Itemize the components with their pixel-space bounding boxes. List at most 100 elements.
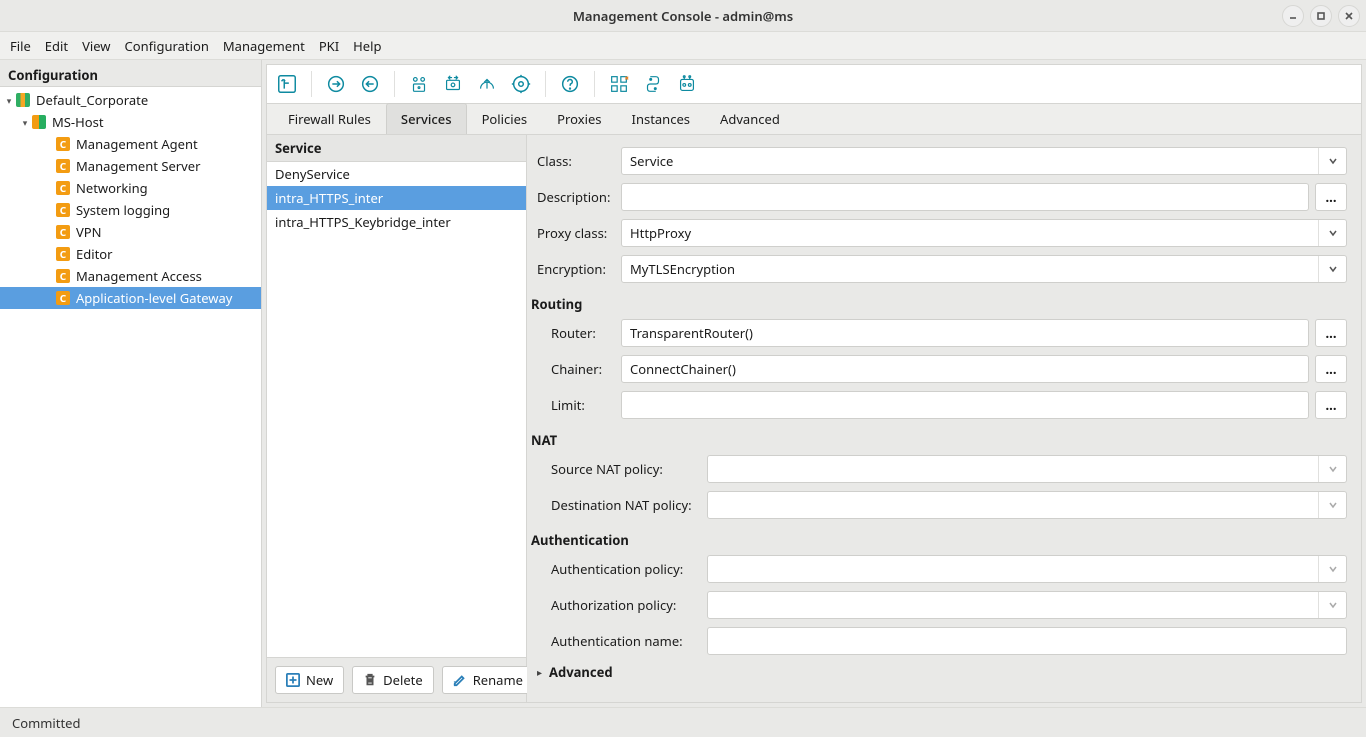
services-list-header: Service — [267, 135, 526, 162]
limit-label: Limit: — [529, 396, 621, 414]
tree-host[interactable]: ▾ MS-Host — [0, 111, 261, 133]
services-list[interactable]: DenyService intra_HTTPS_inter intra_HTTP… — [267, 162, 526, 657]
tree-item-editor[interactable]: C Editor — [0, 243, 261, 265]
refresh-config-button[interactable] — [507, 70, 535, 98]
advanced-expander-label: Advanced — [549, 663, 613, 681]
encryption-combo[interactable]: MyTLSEncryption — [621, 255, 1347, 283]
proxy-class-value: HttpProxy — [630, 224, 691, 242]
chainer-more-button[interactable]: ... — [1315, 355, 1347, 383]
description-label: Description: — [529, 188, 621, 206]
validate-button[interactable] — [405, 70, 433, 98]
services-list-pane: Service DenyService intra_HTTPS_inter in… — [267, 135, 527, 702]
tree-item-label: VPN — [74, 223, 102, 241]
tree-item-management-access[interactable]: C Management Access — [0, 265, 261, 287]
menu-edit[interactable]: Edit — [45, 37, 68, 55]
chevron-down-icon — [1318, 456, 1346, 482]
modules-button[interactable] — [605, 70, 633, 98]
tree-item-networking[interactable]: C Networking — [0, 177, 261, 199]
authn-name-label: Authentication name: — [529, 632, 707, 650]
service-item[interactable]: DenyService — [267, 162, 526, 186]
tree-item-system-logging[interactable]: C System logging — [0, 199, 261, 221]
maximize-button[interactable] — [1310, 5, 1332, 27]
toolbar-separator — [594, 71, 595, 97]
toolbar — [266, 64, 1362, 104]
chevron-down-icon — [1318, 556, 1346, 582]
chevron-down-icon — [1318, 256, 1346, 282]
tab-instances[interactable]: Instances — [617, 103, 706, 134]
tab-services[interactable]: Services — [386, 103, 467, 134]
tree-site[interactable]: ▾ Default_Corporate — [0, 89, 261, 111]
upload-button[interactable] — [473, 70, 501, 98]
advanced-expander[interactable]: ▸ Advanced — [529, 663, 1351, 681]
scripting-button[interactable] — [639, 70, 667, 98]
tree-item-vpn[interactable]: C VPN — [0, 221, 261, 243]
menu-file[interactable]: File — [10, 37, 31, 55]
services-buttons: New Delete Rename — [267, 657, 526, 702]
chainer-label: Chainer: — [529, 360, 621, 378]
snat-combo[interactable] — [707, 455, 1347, 483]
router-more-button[interactable]: ... — [1315, 319, 1347, 347]
tree-item-management-agent[interactable]: C Management Agent — [0, 133, 261, 155]
plus-icon — [286, 673, 300, 687]
config-tree[interactable]: ▾ Default_Corporate ▾ MS-Host C Manageme… — [0, 86, 261, 707]
class-label: Class: — [529, 152, 621, 170]
tree-item-label: Application-level Gateway — [74, 289, 232, 307]
new-button[interactable]: New — [275, 666, 344, 694]
menu-view[interactable]: View — [82, 37, 110, 55]
routing-section-label: Routing — [529, 291, 1351, 319]
rename-button[interactable]: Rename — [442, 666, 534, 694]
tab-firewall-rules[interactable]: Firewall Rules — [273, 103, 386, 134]
menu-configuration[interactable]: Configuration — [125, 37, 209, 55]
chevron-down-icon — [1318, 592, 1346, 618]
description-more-button[interactable]: ... — [1315, 183, 1347, 211]
chevron-down-icon: ▾ — [2, 94, 16, 107]
window-title: Management Console - admin@ms — [0, 7, 1366, 25]
tabstrip: Firewall Rules Services Policies Proxies… — [266, 104, 1362, 134]
tree-item-application-gateway[interactable]: C Application-level Gateway — [0, 287, 261, 309]
menu-management[interactable]: Management — [223, 37, 305, 55]
revert-button[interactable] — [356, 70, 384, 98]
service-detail: Class: Service Description: — [527, 135, 1361, 702]
component-icon: C — [56, 247, 70, 261]
menu-pki[interactable]: PKI — [319, 37, 339, 55]
limit-input[interactable] — [621, 391, 1309, 419]
router-input[interactable]: TransparentRouter() — [621, 319, 1309, 347]
chainer-input[interactable]: ConnectChainer() — [621, 355, 1309, 383]
auth-section-label: Authentication — [529, 527, 1351, 555]
new-button-label: New — [306, 671, 333, 689]
tab-policies[interactable]: Policies — [467, 103, 543, 134]
close-button[interactable] — [1338, 5, 1360, 27]
tab-advanced[interactable]: Advanced — [705, 103, 795, 134]
site-icon — [16, 93, 30, 107]
delete-button[interactable]: Delete — [352, 666, 434, 694]
authn-name-input[interactable] — [707, 627, 1347, 655]
help-button[interactable] — [556, 70, 584, 98]
tree-item-management-server[interactable]: C Management Server — [0, 155, 261, 177]
toolbar-separator — [311, 71, 312, 97]
component-icon: C — [56, 159, 70, 173]
class-value: Service — [630, 152, 673, 170]
tab-proxies[interactable]: Proxies — [542, 103, 616, 134]
proxy-class-combo[interactable]: HttpProxy — [621, 219, 1347, 247]
menu-help[interactable]: Help — [353, 37, 381, 55]
description-input[interactable] — [621, 183, 1309, 211]
authz-policy-label: Authorization policy: — [529, 596, 707, 614]
encryption-label: Encryption: — [529, 260, 621, 278]
commit-button[interactable] — [322, 70, 350, 98]
component-icon: C — [56, 269, 70, 283]
service-item[interactable]: intra_HTTPS_Keybridge_inter — [267, 210, 526, 234]
dnat-combo[interactable] — [707, 491, 1347, 519]
class-combo[interactable]: Service — [621, 147, 1347, 175]
toolbar-separator — [545, 71, 546, 97]
minimize-button[interactable] — [1282, 5, 1304, 27]
authz-policy-combo[interactable] — [707, 591, 1347, 619]
robot-button[interactable] — [673, 70, 701, 98]
router-value: TransparentRouter() — [630, 324, 753, 342]
authn-policy-combo[interactable] — [707, 555, 1347, 583]
view-hierarchy-button[interactable] — [273, 70, 301, 98]
sync-config-button[interactable] — [439, 70, 467, 98]
service-item[interactable]: intra_HTTPS_inter — [267, 186, 526, 210]
limit-more-button[interactable]: ... — [1315, 391, 1347, 419]
encryption-value: MyTLSEncryption — [630, 260, 735, 278]
tree-item-label: Editor — [74, 245, 113, 263]
